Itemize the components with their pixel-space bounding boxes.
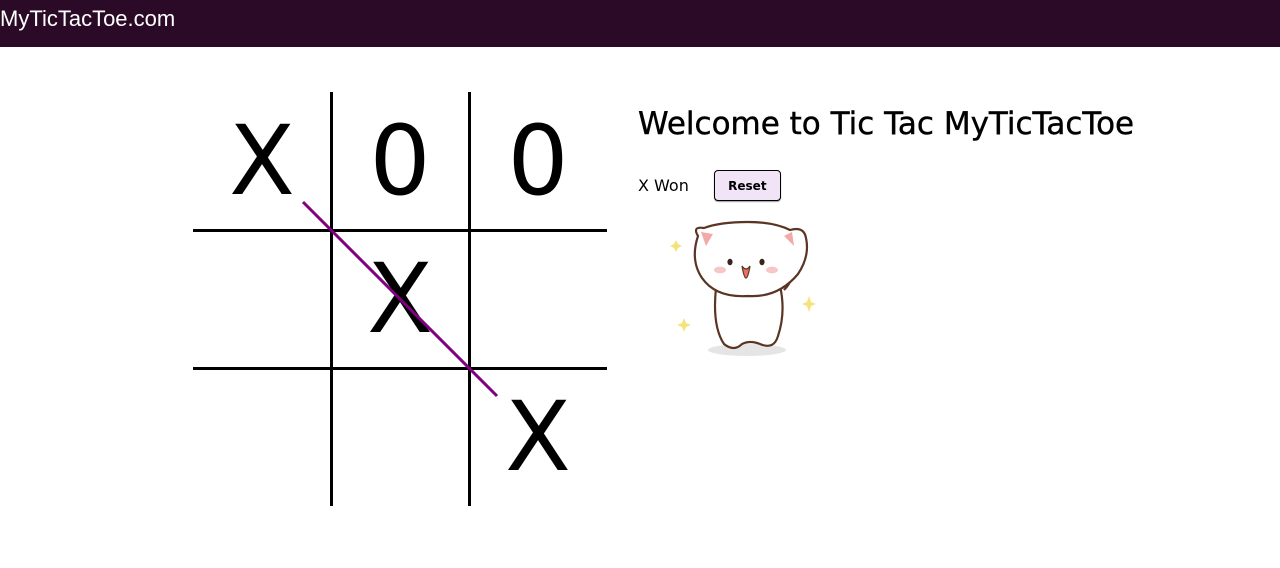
grid-line-horizontal-2 [193,367,607,370]
page-title: Welcome to Tic Tac MyTicTacToe [638,106,1135,142]
grid-line-vertical-1 [330,92,333,506]
dancing-cat-icon [670,220,816,356]
board-cell-4[interactable] [193,230,331,368]
board-cell-1[interactable]: X [193,92,331,230]
reset-button[interactable]: Reset [713,170,781,201]
navbar: MyTicTacToe.com [0,0,1280,47]
grid-line-horizontal-1 [193,229,607,232]
board-cell-3[interactable]: 0 [469,92,607,230]
game-status: X Won [638,175,689,195]
board-cell-9[interactable]: X [469,368,607,506]
status-row: X Won Reset [638,170,781,201]
board-cell-2[interactable]: 0 [331,92,469,230]
game-board: X 0 0 X X [193,92,607,506]
brand-link[interactable]: MyTicTacToe.com [0,6,175,32]
info-panel: Welcome to Tic Tac MyTicTacToe X Won Res… [638,104,1238,356]
board-cell-5[interactable]: X [331,230,469,368]
board-cell-8[interactable] [331,368,469,506]
board-cell-7[interactable] [193,368,331,506]
grid-line-vertical-2 [468,92,471,506]
board-cell-6[interactable] [469,230,607,368]
